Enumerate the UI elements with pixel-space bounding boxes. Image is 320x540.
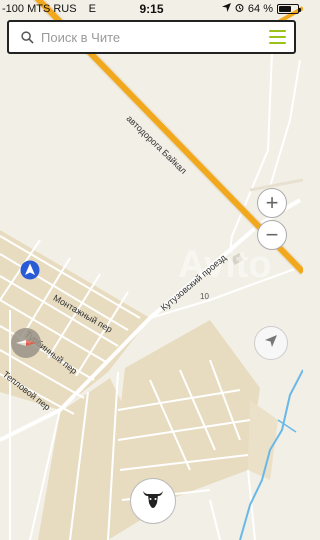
search-icon[interactable] — [15, 30, 39, 44]
location-arrow-icon — [221, 3, 231, 15]
zoom-out-button[interactable]: − — [257, 220, 287, 250]
my-location-button[interactable] — [254, 326, 288, 360]
battery-icon — [277, 4, 301, 14]
compass-icon[interactable] — [11, 328, 41, 358]
menu-icon-line — [268, 42, 286, 44]
battery-percent: 64 % — [247, 3, 273, 15]
bull-icon — [140, 486, 166, 517]
alarm-icon — [235, 3, 244, 15]
status-bar: -100 MTS RUS E 9:15 64 % — [0, 0, 303, 18]
search-bar — [7, 20, 296, 54]
menu-button[interactable] — [260, 22, 294, 52]
carrier-name: -100 MTS RUS — [2, 3, 77, 15]
menu-icon-line — [268, 36, 286, 38]
network-type: E — [88, 3, 96, 15]
navigation-arrow-icon — [264, 334, 278, 353]
zoom-in-button[interactable]: + — [257, 188, 287, 218]
house-number: 10 — [200, 292, 209, 301]
menu-icon — [268, 30, 286, 32]
map-canvas[interactable] — [0, 0, 303, 540]
battery-level — [279, 6, 291, 12]
current-location-marker — [20, 260, 40, 285]
search-input[interactable] — [39, 28, 260, 46]
bull-button[interactable] — [130, 478, 176, 524]
